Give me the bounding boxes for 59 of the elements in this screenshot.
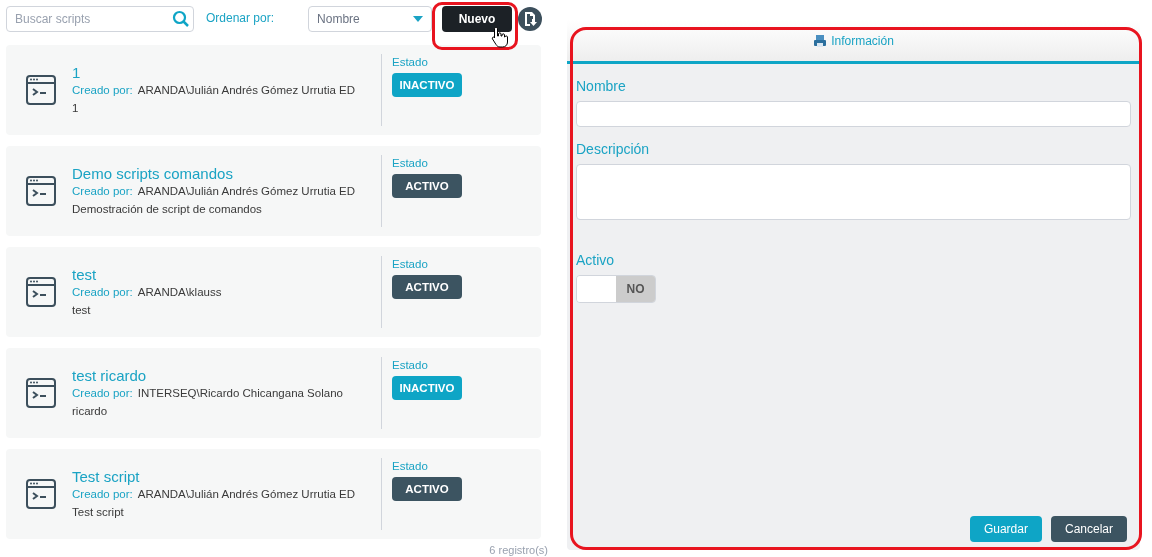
record-count: 6 registro(s) [489, 543, 548, 557]
script-name[interactable]: Demo scripts comandos [72, 163, 381, 183]
description-field[interactable] [576, 164, 1131, 220]
terminal-icon [26, 75, 56, 105]
sort-select[interactable]: Nombre [308, 6, 433, 32]
script-description: ricardo [72, 403, 109, 419]
toggle-switch[interactable]: NO [576, 275, 656, 303]
author-text: ARANDA\Julián Andrés Gómez Urrutia ED [137, 486, 356, 502]
status-badge: INACTIVO [392, 73, 462, 98]
script-name[interactable]: 1 [72, 62, 381, 82]
script-name[interactable]: test [72, 264, 381, 284]
author-text: ARANDA\klauss [137, 284, 222, 300]
created-by-label: Creado por: [72, 385, 133, 401]
sort-label: Ordenar por: [206, 10, 275, 27]
created-by-label: Creado por: [72, 486, 133, 502]
status-label: Estado [392, 358, 429, 373]
information-tab[interactable]: Información [813, 31, 894, 50]
new-button[interactable]: Nuevo [442, 6, 513, 32]
status-badge: INACTIVO [392, 376, 462, 401]
hand-cursor-icon [491, 26, 509, 48]
terminal-icon [26, 378, 56, 408]
field-label: Descripción [576, 140, 651, 159]
author-text: ARANDA\Julián Andrés Gómez Urrutia ED [137, 183, 356, 199]
script-description: Demostración de script de comandos [72, 201, 263, 217]
export-icon[interactable] [518, 7, 543, 31]
caret-icon [413, 16, 424, 22]
script-name[interactable]: Test script [72, 466, 381, 486]
save-button[interactable]: Guardar [969, 516, 1042, 542]
field-label: Activo [576, 251, 616, 270]
terminal-icon [26, 176, 56, 206]
printer-icon [813, 33, 828, 48]
created-by-label: Creado por: [72, 183, 133, 199]
script-card[interactable]: 1 Creado por: ARANDA\Julián Andrés Gómez Urrutia ED 1 Estado INACTIVO [6, 45, 541, 135]
status-label: Estado [392, 55, 429, 70]
script-name[interactable]: test ricardo [72, 365, 381, 385]
author-text: INTERSEQ\Ricardo Chicangana Solano [137, 385, 343, 401]
script-description: 1 [72, 100, 80, 116]
created-by-label: Creado por: [72, 82, 133, 98]
name-field[interactable] [576, 101, 1131, 127]
field-label: Nombre [576, 77, 627, 96]
terminal-icon [26, 479, 56, 509]
status-badge: ACTIVO [392, 174, 462, 199]
author-text: ARANDA\Julián Andrés Gómez Urrutia ED [137, 82, 356, 98]
script-card[interactable]: Test script Creado por: ARANDA\Julián Andrés Gómez Urrutia ED Test script Estado ACTIVO [6, 449, 541, 539]
script-description: Test script [72, 504, 125, 520]
status-label: Estado [392, 459, 429, 474]
script-card[interactable]: test ricardo Creado por: INTERSEQ\Ricardo Chicangana Solano ricardo Estado INACTIVO [6, 348, 541, 438]
status-label: Estado [392, 156, 429, 171]
script-card[interactable]: test Creado por: ARANDA\klauss test Estado ACTIVO [6, 247, 541, 337]
cancel-button[interactable]: Cancelar [1050, 516, 1127, 542]
terminal-icon [26, 277, 56, 307]
script-description: test [72, 302, 92, 318]
status-badge: ACTIVO [392, 477, 462, 502]
status-label: Estado [392, 257, 429, 272]
status-badge: ACTIVO [392, 275, 462, 300]
script-card[interactable]: Demo scripts comandos Creado por: ARANDA\Julián Andrés Gómez Urrutia ED Demostración de script de comandos Estado ACTIVO [6, 146, 541, 236]
search-field[interactable]: Buscar scripts [6, 6, 194, 32]
search-icon [172, 10, 190, 28]
created-by-label: Creado por: [72, 284, 133, 300]
